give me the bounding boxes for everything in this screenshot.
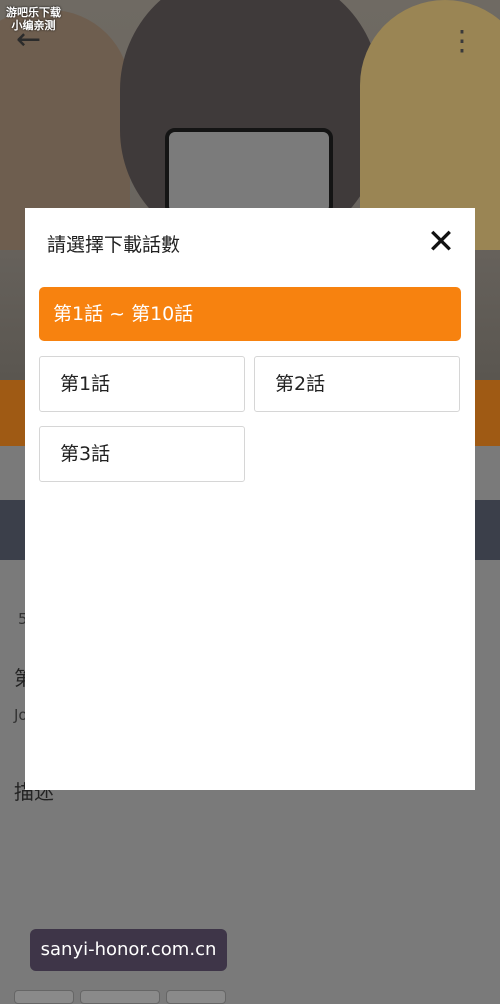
download-episodes-dialog: 請選擇下載話數 ✕ 第1話 ~ 第10話 第1話 第2話 第3話 — [25, 208, 475, 790]
site-watermark: sanyi-honor.com.cn — [30, 929, 227, 971]
tag-chip[interactable] — [166, 990, 226, 1004]
range-select-button[interactable]: 第1話 ~ 第10話 — [39, 287, 461, 341]
close-icon[interactable]: ✕ — [423, 224, 459, 260]
episode-button[interactable]: 第1話 — [39, 356, 245, 412]
episode-button[interactable]: 第2話 — [254, 356, 460, 412]
phone-illustration — [165, 128, 333, 216]
share-icon[interactable]: ⋮ — [448, 24, 482, 58]
tag-chip[interactable] — [80, 990, 160, 1004]
tag-chip[interactable] — [14, 990, 74, 1004]
top-watermark-line1: 游吧乐下载 — [6, 6, 61, 19]
bottom-tags — [14, 990, 254, 1004]
back-arrow-icon[interactable]: ← — [16, 22, 56, 62]
episode-button[interactable]: 第3話 — [39, 426, 245, 482]
dialog-title: 請選擇下載話數 — [47, 234, 181, 256]
